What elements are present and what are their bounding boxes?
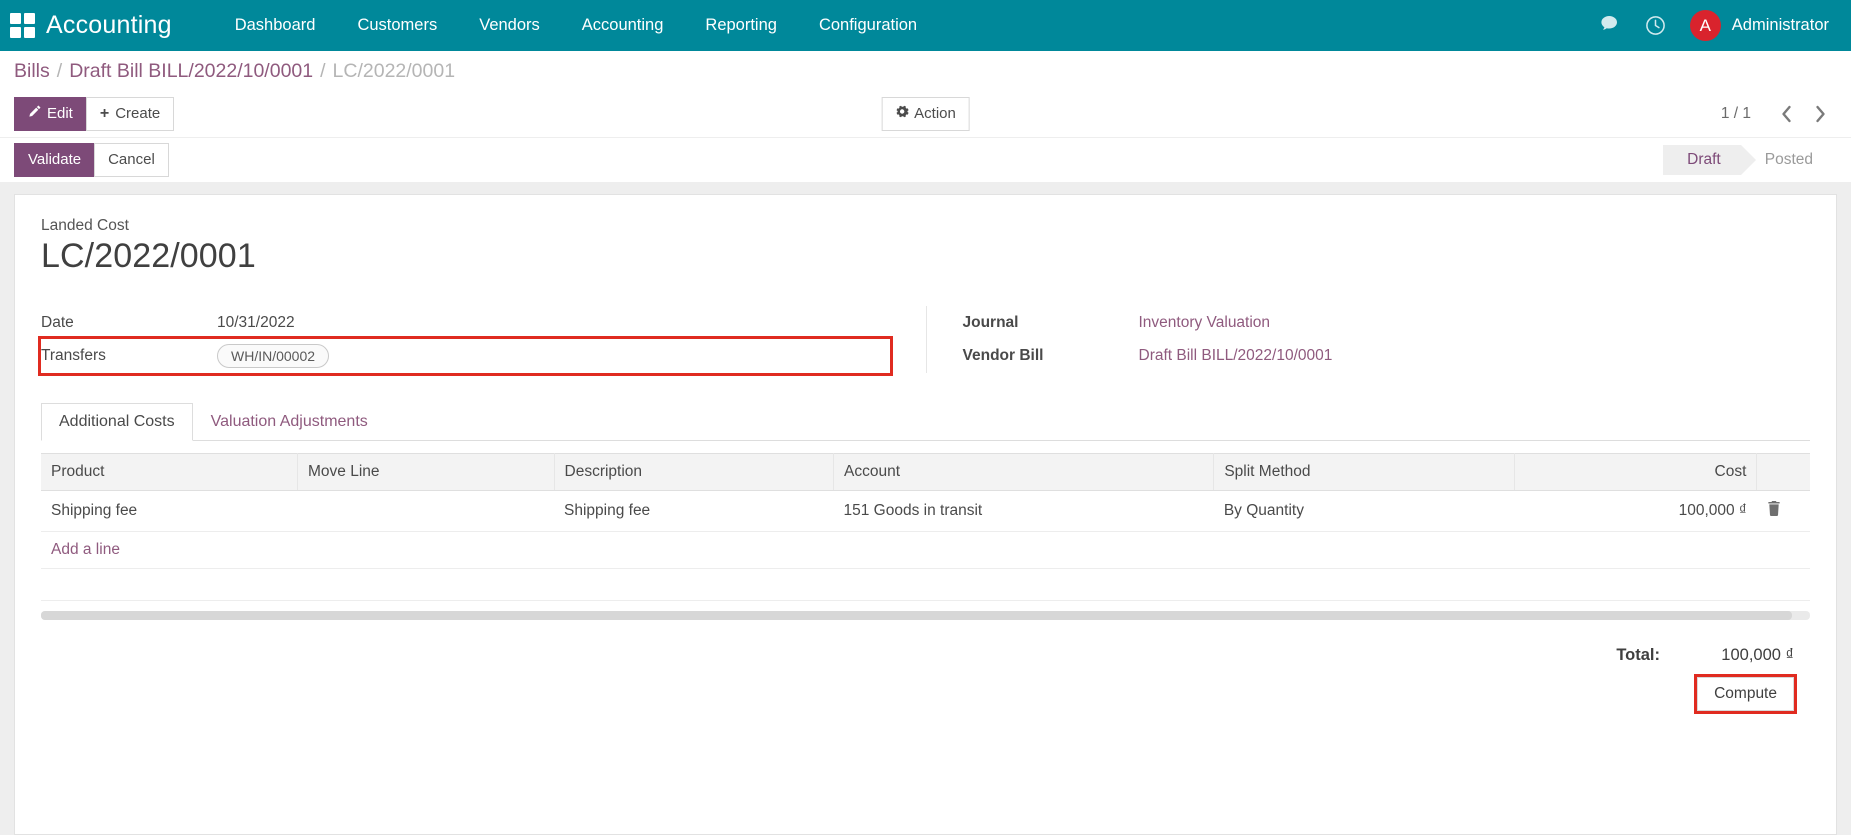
total-value: 100,000 ₫ xyxy=(1721,646,1794,665)
chat-bubble-icon[interactable] xyxy=(1590,0,1634,51)
col-split-method[interactable]: Split Method xyxy=(1213,453,1516,492)
breadcrumb: Bills / Draft Bill BILL/2022/10/0001 / L… xyxy=(0,51,1851,91)
total-label: Total: xyxy=(1616,646,1660,665)
add-a-line-row: Add a line xyxy=(41,531,1810,570)
field-journal-label: Journal xyxy=(962,313,1019,331)
field-date-label: Date xyxy=(41,313,74,331)
field-date-value[interactable]: 10/31/2022 xyxy=(217,309,295,337)
page-title: LC/2022/0001 xyxy=(41,237,256,275)
pager: 1 / 1 xyxy=(1721,99,1837,129)
table-filler-row xyxy=(41,568,1810,602)
create-button-label: Create xyxy=(115,104,161,122)
cell-delete xyxy=(1756,490,1810,533)
menu-item-configuration[interactable]: Configuration xyxy=(798,0,938,51)
pencil-icon xyxy=(28,104,41,124)
menu-item-customers[interactable]: Customers xyxy=(336,0,458,51)
field-date: Date 10/31/2022 xyxy=(41,306,890,339)
status-widget: Draft Posted xyxy=(1663,145,1833,175)
table-horizontal-scrollbar[interactable] xyxy=(41,611,1810,621)
pager-value: 1 / 1 xyxy=(1720,105,1751,122)
menu-item-dashboard[interactable]: Dashboard xyxy=(214,0,337,51)
field-group-left: Date 10/31/2022 Transfers WH/IN/00002 xyxy=(38,306,926,377)
add-a-line-link[interactable]: Add a line xyxy=(51,541,120,558)
form-background: Landed Cost LC/2022/0001 Date 10/31/2022… xyxy=(0,182,1851,835)
action-button-label: Action xyxy=(914,104,956,122)
field-vendor-bill-label: Vendor Bill xyxy=(962,346,1044,364)
model-label: Landed Cost xyxy=(41,217,129,234)
breadcrumb-root[interactable]: Bills xyxy=(14,60,50,83)
gear-icon xyxy=(895,104,909,124)
top-navbar: Accounting Dashboard Customers Vendors A… xyxy=(0,0,1851,51)
field-vendor-bill-value[interactable]: Draft Bill BILL/2022/10/0001 xyxy=(1139,342,1333,370)
cell-account[interactable]: 151 Goods in transit xyxy=(833,490,1214,533)
avatar: A xyxy=(1689,10,1721,41)
action-menu-wrapper: Action xyxy=(881,96,970,132)
add-a-line-cell: Add a line xyxy=(41,531,1810,570)
tab-additional-costs[interactable]: Additional Costs xyxy=(41,403,193,442)
user-name-label: Administrator xyxy=(1731,16,1829,34)
plus-icon: + xyxy=(99,105,110,122)
main-menu: Dashboard Customers Vendors Accounting R… xyxy=(214,0,938,51)
statusbar-row: Validate Cancel Draft Posted xyxy=(0,137,1851,182)
table-header-row: Product Move Line Description Account Sp… xyxy=(41,453,1810,492)
cell-cost[interactable]: 100,000 ₫ xyxy=(1514,490,1757,533)
col-product[interactable]: Product xyxy=(41,453,298,492)
transfer-tag[interactable]: WH/IN/00002 xyxy=(217,344,330,369)
action-button[interactable]: Action xyxy=(881,96,970,132)
breadcrumb-separator: / xyxy=(56,59,63,82)
chevron-left-icon[interactable] xyxy=(1769,99,1803,129)
menu-item-reporting[interactable]: Reporting xyxy=(684,0,798,51)
col-description[interactable]: Description xyxy=(554,453,834,492)
menu-item-vendors[interactable]: Vendors xyxy=(458,0,561,51)
col-account[interactable]: Account xyxy=(833,453,1215,492)
field-journal-value[interactable]: Inventory Valuation xyxy=(1139,309,1271,337)
col-move-line[interactable]: Move Line xyxy=(297,453,555,492)
additional-costs-table: Product Move Line Description Account Sp… xyxy=(41,453,1810,602)
cell-product[interactable]: Shipping fee xyxy=(41,490,298,533)
compute-button-wrapper: Compute xyxy=(1694,674,1797,715)
cell-move-line[interactable] xyxy=(297,490,554,533)
breadcrumb-current: LC/2022/0001 xyxy=(332,59,456,82)
record-actions-group: Edit + Create xyxy=(14,96,175,132)
edit-button[interactable]: Edit xyxy=(14,96,87,132)
field-groups: Date 10/31/2022 Transfers WH/IN/00002 Jo… xyxy=(38,306,1811,377)
cell-split-method[interactable]: By Quantity xyxy=(1213,490,1515,533)
field-group-right: Journal Inventory Valuation Vendor Bill … xyxy=(925,306,1811,374)
control-panel-buttons: Edit + Create Action 1 / 1 xyxy=(0,91,1851,137)
field-transfers-value: WH/IN/00002 xyxy=(217,339,330,373)
cell-description[interactable]: Shipping fee xyxy=(554,490,834,533)
totals-section: Total: 100,000 ₫ Compute xyxy=(41,646,1810,715)
col-actions xyxy=(1756,453,1810,492)
menu-item-accounting[interactable]: Accounting xyxy=(561,0,685,51)
tab-valuation-adjustments[interactable]: Valuation Adjustments xyxy=(193,403,386,441)
col-cost[interactable]: Cost xyxy=(1514,453,1758,492)
notebook-tabs: Additional Costs Valuation Adjustments xyxy=(41,403,1810,442)
total-row: Total: 100,000 ₫ xyxy=(1616,646,1794,665)
trash-icon[interactable] xyxy=(1767,501,1781,520)
breadcrumb-separator: / xyxy=(320,59,326,82)
edit-button-label: Edit xyxy=(47,104,73,122)
breadcrumb-parent[interactable]: Draft Bill BILL/2022/10/0001 xyxy=(69,60,313,83)
validate-button[interactable]: Validate xyxy=(14,142,96,178)
field-transfers: Transfers WH/IN/00002 xyxy=(38,336,893,377)
field-transfers-label: Transfers xyxy=(41,347,106,365)
field-journal: Journal Inventory Valuation xyxy=(963,306,1775,339)
status-draft[interactable]: Draft xyxy=(1663,145,1756,175)
compute-button[interactable]: Compute xyxy=(1697,677,1794,712)
user-menu[interactable]: A Administrator xyxy=(1678,0,1835,51)
form-sheet: Landed Cost LC/2022/0001 Date 10/31/2022… xyxy=(14,194,1837,835)
apps-grid-icon[interactable] xyxy=(10,12,36,39)
table-row[interactable]: Shipping fee Shipping fee 151 Goods in t… xyxy=(41,490,1810,533)
cancel-button[interactable]: Cancel xyxy=(94,142,169,178)
navbar-right-tools: A Administrator xyxy=(1590,0,1835,51)
scrollbar-thumb[interactable] xyxy=(41,611,1793,621)
chevron-right-icon[interactable] xyxy=(1803,99,1837,129)
clock-icon[interactable] xyxy=(1634,0,1678,51)
create-button[interactable]: + Create xyxy=(85,96,175,132)
notebook: Additional Costs Valuation Adjustments P… xyxy=(41,403,1810,621)
workflow-buttons: Validate Cancel xyxy=(14,142,169,178)
field-vendor-bill: Vendor Bill Draft Bill BILL/2022/10/0001 xyxy=(963,339,1775,372)
app-brand-accounting[interactable]: Accounting xyxy=(46,11,172,40)
